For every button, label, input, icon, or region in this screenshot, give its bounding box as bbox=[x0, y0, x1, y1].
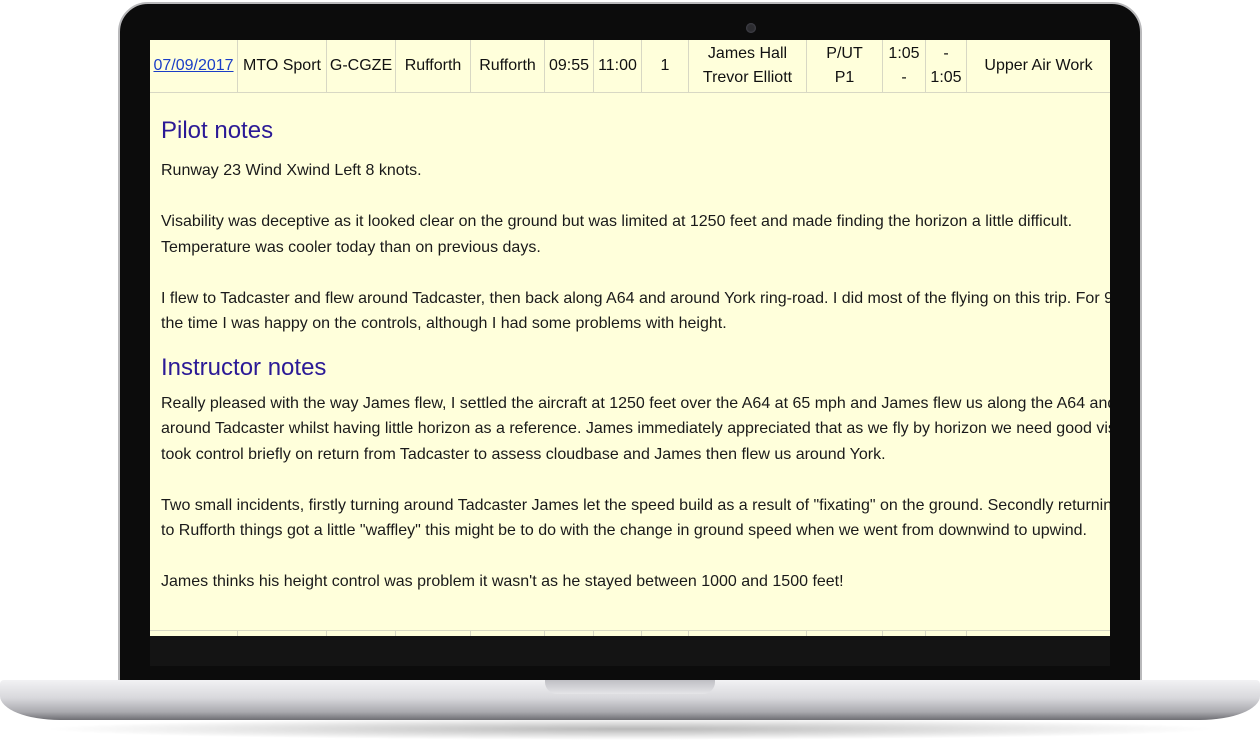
time-a-2: - bbox=[901, 69, 907, 86]
instructor-note-line bbox=[161, 467, 1110, 493]
arrival-cell: Rufforth bbox=[471, 40, 545, 92]
time-b-cell: - 1:05 bbox=[926, 40, 967, 92]
instructor-note-line: Two small incidents, firstly turning aro… bbox=[161, 496, 1110, 514]
exercise-cell: Upper Air Work bbox=[984, 57, 1093, 74]
landings-cell: 1 bbox=[642, 40, 689, 92]
screen-bezel bbox=[150, 636, 1110, 666]
role-2: P1 bbox=[834, 69, 855, 86]
pilot-note-line: I flew to Tadcaster and flew around Tadc… bbox=[161, 289, 1110, 307]
instructor-note-line: to Rufforth things got a little "waffley… bbox=[161, 522, 1087, 539]
crew-cell: James Hall Trevor Elliott bbox=[689, 40, 807, 92]
role-cell: P/UT P1 bbox=[807, 40, 883, 92]
instructor-note-line: around Tadcaster whilst having little ho… bbox=[161, 420, 1110, 437]
role-1: P/UT bbox=[826, 45, 863, 62]
takeoff-time-cell: 09:55 bbox=[545, 40, 594, 92]
landing-time-cell: 11:00 bbox=[594, 40, 642, 92]
time-a-1: 1:05 bbox=[888, 45, 920, 62]
pilot-note-line: Runway 23 Wind Xwind Left 8 knots. bbox=[161, 162, 422, 179]
browser-viewport[interactable]: 07/09/2017 MTO Sport G-CGZE Rufforth Ruf… bbox=[150, 40, 1110, 636]
date-link[interactable]: 07/09/2017 bbox=[153, 54, 233, 78]
instructor-note-line: Really pleased with the way James flew, … bbox=[161, 394, 1110, 412]
notes-section: Pilot notes Runway 23 Wind Xwind Left 8 … bbox=[161, 114, 1110, 595]
date-cell: 07/09/2017 bbox=[150, 40, 238, 92]
aircraft-type-cell: MTO Sport bbox=[238, 40, 327, 92]
next-row-edge bbox=[150, 630, 1110, 636]
instructor-notes-body: Really pleased with the way James flew, … bbox=[161, 391, 1110, 595]
laptop-opening-notch bbox=[545, 680, 715, 694]
webcam-icon bbox=[746, 23, 756, 33]
instructor-note-line: James thinks his height control was prob… bbox=[161, 573, 844, 590]
instructor-notes-heading: Instructor notes bbox=[161, 353, 327, 381]
pilot-note-line bbox=[161, 184, 1110, 210]
departure-cell: Rufforth bbox=[396, 40, 471, 92]
instructor-note-line bbox=[161, 544, 1110, 570]
crew-member-1: James Hall bbox=[707, 45, 788, 62]
pilot-notes-body: Runway 23 Wind Xwind Left 8 knots. Visab… bbox=[161, 158, 1110, 337]
pilot-note-line bbox=[161, 260, 1110, 286]
pilot-note-line: the time I was happy on the controls, al… bbox=[161, 315, 727, 332]
laptop-shadow bbox=[40, 718, 1220, 740]
pilot-note-line: Visability was deceptive as it looked cl… bbox=[161, 213, 1073, 230]
crew-member-2: Trevor Elliott bbox=[702, 69, 793, 86]
time-b-1: - bbox=[943, 45, 949, 62]
registration-cell: G-CGZE bbox=[327, 40, 396, 92]
instructor-note-line: took control briefly on return from Tadc… bbox=[161, 445, 886, 463]
time-b-2: 1:05 bbox=[930, 69, 962, 86]
laptop-frame: 07/09/2017 MTO Sport G-CGZE Rufforth Ruf… bbox=[0, 0, 1260, 756]
time-a-cell: 1:05 - bbox=[883, 40, 926, 92]
pilot-note-line: Temperature was cooler today than on pre… bbox=[161, 238, 541, 256]
pilot-notes-heading: Pilot notes bbox=[161, 117, 274, 144]
flight-log-row: 07/09/2017 MTO Sport G-CGZE Rufforth Ruf… bbox=[150, 40, 1110, 93]
